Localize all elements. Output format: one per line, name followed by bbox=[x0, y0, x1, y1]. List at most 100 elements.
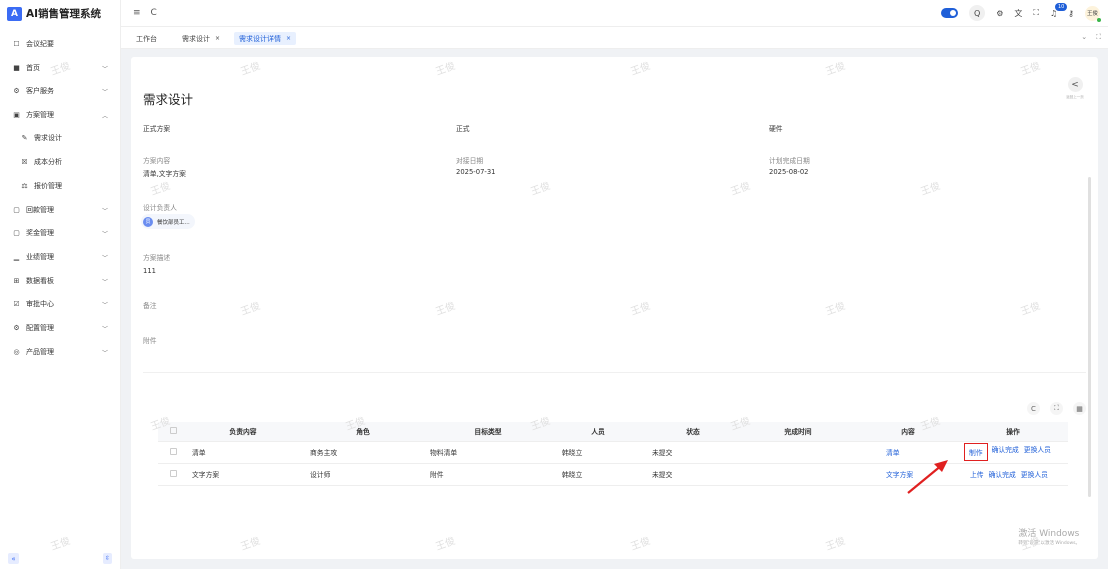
table-fullscreen-icon[interactable]: ⛶ bbox=[1050, 402, 1063, 415]
sidebar-item[interactable]: ☑ 审批中心 ﹀ bbox=[0, 294, 120, 314]
remark-label: 备注 bbox=[143, 302, 157, 310]
key-icon[interactable]: ⚷ bbox=[1068, 9, 1074, 18]
docking-date-label: 对接日期 bbox=[456, 157, 484, 165]
sidebar-item[interactable]: ✎ 需求设计 bbox=[0, 128, 120, 148]
chevron-down-icon: ﹀ bbox=[101, 325, 108, 333]
sidebar-item[interactable]: ▢ 回款管理 ﹀ bbox=[0, 200, 120, 220]
owner-label: 设计负责人 bbox=[143, 204, 177, 212]
plan-category-value: 硬件 bbox=[769, 125, 783, 133]
status-cell: 未提交 bbox=[648, 441, 738, 464]
sidebar-item-label: 成本分析 bbox=[34, 158, 62, 166]
make-button[interactable]: 制作 bbox=[964, 443, 988, 461]
scrollbar[interactable] bbox=[1088, 177, 1091, 497]
sidebar-item-label: 报价管理 bbox=[34, 182, 62, 190]
app-logo[interactable]: A AI销售管理系统 bbox=[0, 0, 120, 27]
back-label: 返回上一页 bbox=[1066, 95, 1084, 99]
owner-chip[interactable]: 员 餐饮部员工... bbox=[141, 214, 195, 229]
fullscreen-icon[interactable]: ⛶ bbox=[1033, 8, 1039, 18]
confirm-complete-button[interactable]: 确认完成 bbox=[992, 444, 1019, 460]
content-cell: 清单 bbox=[188, 441, 298, 464]
pin-icon[interactable]: ⇳ bbox=[103, 553, 112, 564]
menu-toggle-icon[interactable]: ≡ bbox=[133, 8, 141, 18]
translate-icon[interactable]: 文 bbox=[1014, 8, 1022, 19]
chevron-down-icon: ﹀ bbox=[101, 207, 108, 215]
content-link[interactable]: 清单 bbox=[886, 449, 900, 457]
tabs-bar: 工作台 需求设计 × 需求设计详情 × ⌄ ⛶ bbox=[121, 27, 1108, 49]
sidebar-item[interactable]: ⊞ 数据看板 ﹀ bbox=[0, 271, 120, 291]
chevron-left-icon: < bbox=[1067, 77, 1083, 92]
row-checkbox[interactable] bbox=[169, 447, 177, 455]
notification-button[interactable]: ♫ 10 bbox=[1050, 2, 1068, 18]
done-time-cell bbox=[738, 463, 858, 486]
sidebar-item-label: 奖金管理 bbox=[26, 229, 54, 237]
confirm-complete-button[interactable]: 确认完成 bbox=[989, 469, 1016, 479]
quote-icon: ⚖ bbox=[21, 182, 28, 190]
tab-workbench[interactable]: 工作台 bbox=[131, 32, 162, 45]
table-refresh-icon[interactable]: C bbox=[1027, 402, 1040, 415]
sidebar-item[interactable]: ⚙ 客户服务 ﹀ bbox=[0, 81, 120, 101]
sidebar-item[interactable]: ▁ 业绩管理 ﹀ bbox=[0, 247, 120, 267]
page-title: 需求设计 bbox=[143, 92, 194, 107]
chevron-down-icon[interactable]: ⌄ bbox=[1081, 33, 1087, 42]
avatar[interactable]: 王俊 bbox=[1085, 5, 1101, 22]
service-icon: ⚙ bbox=[13, 87, 20, 95]
change-person-button[interactable]: 更换人员 bbox=[1024, 444, 1051, 460]
col-header: 完成时间 bbox=[738, 422, 858, 442]
change-person-button[interactable]: 更换人员 bbox=[1021, 469, 1048, 479]
attachment-label: 附件 bbox=[143, 337, 157, 345]
chevron-down-icon: ﹀ bbox=[101, 254, 108, 262]
status-cell: 未提交 bbox=[648, 463, 738, 486]
close-icon[interactable]: × bbox=[215, 35, 220, 42]
search-icon[interactable]: Q bbox=[969, 5, 986, 21]
owner-name: 餐饮部员工... bbox=[157, 219, 190, 226]
collapse-sidebar-icon[interactable]: « bbox=[8, 553, 19, 564]
sidebar-item[interactable]: ☐ 会议纪要 bbox=[0, 34, 120, 54]
sidebar-item[interactable]: ◎ 产品管理 ﹀ bbox=[0, 342, 120, 362]
product-icon: ◎ bbox=[13, 348, 20, 356]
sidebar-item-label: 回款管理 bbox=[26, 206, 54, 214]
approval-icon: ☑ bbox=[13, 300, 20, 308]
description-label: 方案描述 bbox=[143, 254, 171, 262]
planned-completion-value: 2025-08-02 bbox=[769, 168, 809, 176]
person-cell: 韩晓立 bbox=[548, 463, 648, 486]
col-header: 操作 bbox=[958, 422, 1068, 442]
tab-label: 工作台 bbox=[136, 34, 157, 43]
col-header: 人员 bbox=[548, 422, 648, 442]
sidebar-item[interactable]: ▣ 方案管理 ︿ bbox=[0, 105, 120, 125]
sidebar-item[interactable]: ⚙ 配置管理 ﹀ bbox=[0, 318, 120, 338]
chevron-down-icon: ﹀ bbox=[101, 349, 108, 357]
tab-requirement-design[interactable]: 需求设计 × bbox=[177, 32, 225, 45]
chevron-down-icon: ﹀ bbox=[101, 88, 108, 96]
done-time-cell bbox=[738, 441, 858, 464]
tab-label: 需求设计详情 bbox=[239, 34, 281, 43]
row-checkbox[interactable] bbox=[169, 469, 177, 477]
target-type-cell: 附件 bbox=[428, 463, 548, 486]
pen-icon: ✎ bbox=[21, 134, 28, 142]
sidebar-item[interactable]: ⚖ 报价管理 bbox=[0, 176, 120, 196]
expand-icon[interactable]: ⛶ bbox=[1096, 33, 1101, 42]
upload-button[interactable]: 上传 bbox=[970, 469, 984, 479]
settings-icon[interactable]: ⚙ bbox=[996, 9, 1003, 18]
sidebar-item-label: 需求设计 bbox=[34, 134, 62, 142]
plan-status-value: 正式 bbox=[456, 125, 470, 133]
sidebar-item[interactable]: ▢ 奖金管理 ﹀ bbox=[0, 223, 120, 243]
role-cell: 商务主攻 bbox=[298, 441, 428, 464]
back-button[interactable]: < 返回上一页 bbox=[1064, 77, 1086, 100]
planned-completion-label: 计划完成日期 bbox=[769, 157, 810, 165]
tab-label: 需求设计 bbox=[182, 34, 210, 43]
chevron-up-icon: ︿ bbox=[101, 112, 108, 120]
refresh-icon[interactable]: C bbox=[151, 8, 157, 18]
checkbox[interactable] bbox=[169, 426, 177, 434]
notification-badge: 10 bbox=[1054, 2, 1068, 11]
app-title: AI销售管理系统 bbox=[26, 8, 102, 20]
sidebar-item-label: 数据看板 bbox=[26, 277, 54, 285]
theme-toggle[interactable] bbox=[941, 8, 959, 18]
column-settings-icon[interactable]: ▦ bbox=[1073, 402, 1086, 415]
tab-requirement-design-detail[interactable]: 需求设计详情 × bbox=[234, 32, 297, 45]
sidebar-item-label: 会议纪要 bbox=[26, 40, 54, 48]
divider bbox=[143, 372, 1086, 373]
sidebar-item[interactable]: ☒ 成本分析 bbox=[0, 152, 120, 172]
top-bar: ≡ C Q ⚙ 文 ⛶ ♫ 10 ⚷ 王俊 bbox=[121, 0, 1108, 27]
close-icon[interactable]: × bbox=[286, 35, 291, 42]
sidebar-item-label: 方案管理 bbox=[26, 111, 54, 119]
